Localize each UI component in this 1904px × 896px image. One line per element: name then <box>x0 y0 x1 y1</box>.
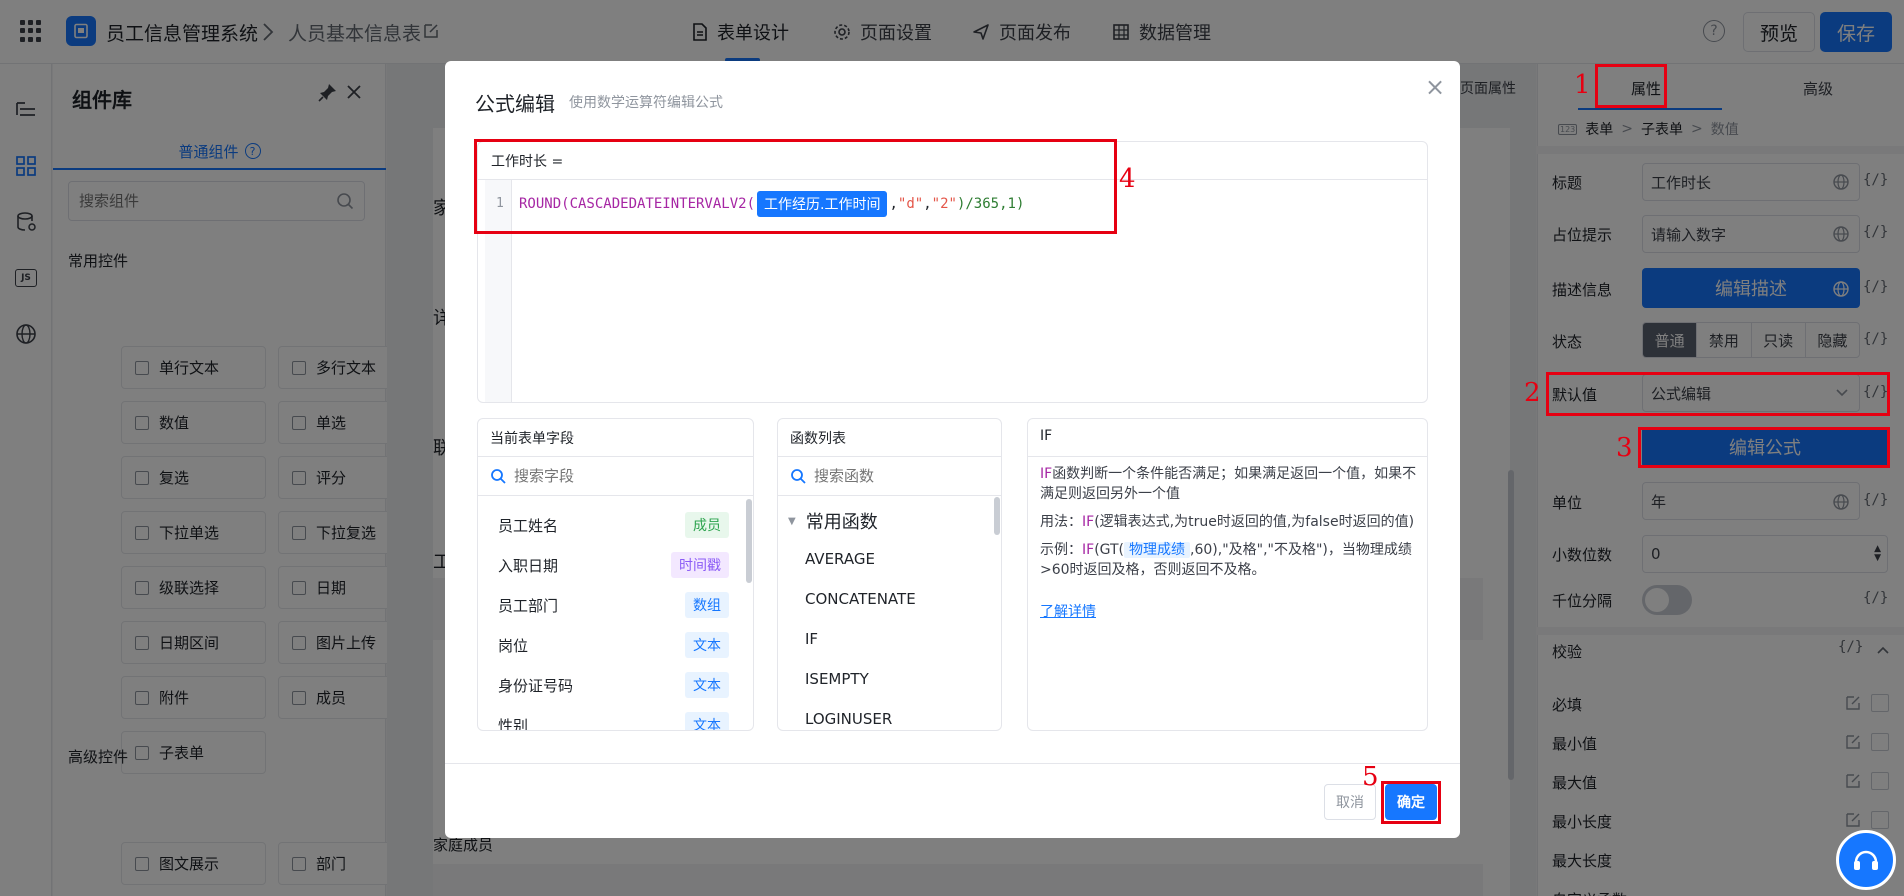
field-name: 岗位 <box>498 636 529 655</box>
field-type-badge: 文本 <box>685 632 729 658</box>
field-name: 性别 <box>498 716 529 731</box>
field-item[interactable]: 身份证号码 文本 <box>478 665 743 705</box>
function-item[interactable]: LOGINUSER <box>778 699 993 730</box>
field-name: 员工姓名 <box>498 516 559 535</box>
functions-list: AVERAGE CONCATENATE IF ISEMPTY LOGINUSER <box>778 539 993 730</box>
close-icon[interactable]: × <box>1425 73 1445 101</box>
fields-search-box[interactable] <box>478 456 753 496</box>
function-help-panel: IF IF函数判断一个条件能否满足；如果满足返回一个值，如果不满足则返回另外一个… <box>1027 418 1428 731</box>
function-item[interactable]: CONCATENATE <box>778 579 993 619</box>
function-item[interactable]: ISEMPTY <box>778 659 993 699</box>
annotation-number: 5 <box>1362 762 1379 792</box>
annotation-number: 4 <box>1119 164 1136 194</box>
footer-divider <box>445 763 1460 764</box>
help-divider <box>1028 456 1427 457</box>
field-type-badge: 成员 <box>685 512 729 538</box>
headset-icon <box>1854 850 1878 870</box>
caret-down-icon: ▼ <box>788 515 796 527</box>
button-label: 取消 <box>1336 795 1364 811</box>
field-name: 入职日期 <box>498 556 559 575</box>
search-icon <box>791 469 806 484</box>
annotation-box-confirm <box>1381 781 1441 824</box>
fields-list: 员工姓名 成员 入职日期 时间戳 员工部门 数组 岗位 文本 身份证号码 文本 性别 文本 <box>478 505 743 731</box>
fields-search-input[interactable] <box>514 467 714 485</box>
field-item[interactable]: 性别 文本 <box>478 705 743 731</box>
functions-scrollbar[interactable] <box>994 497 1000 535</box>
function-group-label: 常用函数 <box>805 512 878 533</box>
functions-search-input[interactable] <box>814 467 964 485</box>
function-group-header[interactable]: ▼ 常用函数 <box>788 503 878 539</box>
help-description: IF函数判断一个条件能否满足；如果满足返回一个值，如果不满足则返回另外一个值 <box>1040 466 1417 502</box>
help-body: IF函数判断一个条件能否满足；如果满足返回一个值，如果不满足则返回另外一个值 用… <box>1040 464 1420 622</box>
annotation-number: 2 <box>1524 378 1541 408</box>
support-chat-button[interactable] <box>1836 830 1896 890</box>
help-title: IF <box>1040 428 1053 444</box>
field-item[interactable]: 入职日期 时间戳 <box>478 545 743 585</box>
field-item[interactable]: 岗位 文本 <box>478 625 743 665</box>
functions-title: 函数列表 <box>790 431 846 447</box>
annotation-box-attributes-tab <box>1595 64 1667 108</box>
help-usage: 用法：IF(逻辑表达式,为true时返回的值,为false时返回的值) <box>1040 514 1415 530</box>
search-icon <box>491 469 506 484</box>
annotation-box-edit-formula <box>1638 427 1890 468</box>
field-type-badge: 数组 <box>685 592 729 618</box>
function-item[interactable]: IF <box>778 619 993 659</box>
field-type-badge: 文本 <box>685 712 729 730</box>
annotation-number: 1 <box>1574 70 1591 100</box>
annotation-box-formula <box>474 139 1117 234</box>
field-name: 员工部门 <box>498 596 559 615</box>
function-item[interactable]: AVERAGE <box>778 539 993 579</box>
help-example: 示例：IF(GT(物理成绩 ,60),"及格","不及格")，当物理成绩>60时返… <box>1040 542 1412 578</box>
annotation-box-default-value <box>1546 372 1890 416</box>
field-item[interactable]: 员工姓名 成员 <box>478 505 743 545</box>
functions-panel: 函数列表 ▼ 常用函数 AVERAGECONCATENATEIFISEMPTYL… <box>777 418 1002 731</box>
fields-scrollbar[interactable] <box>746 499 752 583</box>
field-type-badge: 文本 <box>685 672 729 698</box>
fields-title: 当前表单字段 <box>490 431 574 447</box>
field-name: 身份证号码 <box>498 676 574 695</box>
learn-more-link[interactable]: 了解详情 <box>1040 604 1096 620</box>
form-fields-panel: 当前表单字段 员工姓名成员入职日期时间戳员工部门数组岗位文本身份证号码文本性别文… <box>477 418 754 731</box>
annotation-number: 3 <box>1616 433 1633 463</box>
dialog-subtitle: 使用数学运算符编辑公式 <box>569 95 723 111</box>
field-item[interactable]: 员工部门 数组 <box>478 585 743 625</box>
functions-search-box[interactable] <box>778 456 1001 496</box>
dialog-title: 公式编辑 <box>475 92 555 116</box>
field-type-badge: 时间戳 <box>671 552 729 578</box>
